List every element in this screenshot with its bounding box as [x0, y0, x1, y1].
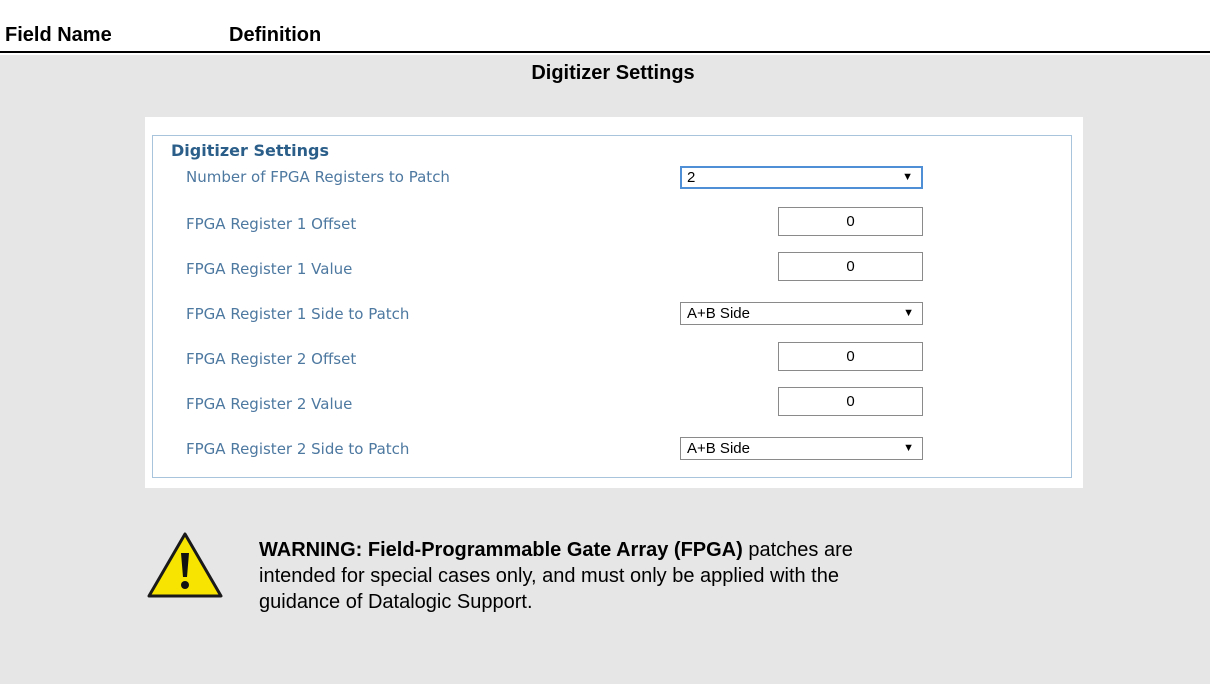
- fpga-register-count-select[interactable]: 2 ▼: [680, 166, 923, 189]
- fpga-register-1-side-label: FPGA Register 1 Side to Patch: [186, 305, 410, 323]
- fpga-register-count-label: Number of FPGA Registers to Patch: [186, 168, 450, 186]
- fpga-register-2-side-label: FPGA Register 2 Side to Patch: [186, 440, 410, 458]
- dropdown-arrow-icon: ▼: [903, 442, 914, 454]
- warning-message: WARNING: Field-Programmable Gate Array (…: [259, 537, 869, 615]
- digitizer-settings-screenshot: Digitizer Settings Number of FPGA Regist…: [145, 117, 1083, 488]
- digitizer-settings-fieldset: Digitizer Settings Number of FPGA Regist…: [152, 135, 1072, 478]
- dropdown-arrow-icon: ▼: [903, 307, 914, 319]
- fpga-register-1-side-select[interactable]: A+B Side ▼: [680, 302, 923, 325]
- fieldset-legend: Digitizer Settings: [169, 141, 333, 160]
- definition-cell: Digitizer Settings Digitizer Settings Nu…: [0, 55, 1210, 684]
- fpga-register-1-value-input[interactable]: 0: [778, 252, 923, 281]
- fpga-register-2-offset-label: FPGA Register 2 Offset: [186, 350, 357, 368]
- fpga-register-2-offset-input[interactable]: 0: [778, 342, 923, 371]
- table-header-row: Field Name Definition: [0, 0, 1210, 53]
- definition-header: Definition: [229, 24, 322, 46]
- select-value: A+B Side: [687, 440, 750, 457]
- warning-triangle-icon: [147, 532, 223, 598]
- field-name-header: Field Name: [5, 24, 112, 46]
- select-value: A+B Side: [687, 305, 750, 322]
- dropdown-arrow-icon: ▼: [902, 171, 913, 183]
- select-value: 2: [687, 169, 696, 186]
- fpga-register-1-offset-label: FPGA Register 1 Offset: [186, 215, 357, 233]
- fpga-register-1-offset-input[interactable]: 0: [778, 207, 923, 236]
- fpga-register-2-value-input[interactable]: 0: [778, 387, 923, 416]
- fpga-register-1-value-label: FPGA Register 1 Value: [186, 260, 353, 278]
- section-title: Digitizer Settings: [531, 62, 695, 84]
- warning-bold-text: WARNING: Field-Programmable Gate Array (…: [259, 539, 743, 561]
- fpga-register-2-side-select[interactable]: A+B Side ▼: [680, 437, 923, 460]
- fpga-register-2-value-label: FPGA Register 2 Value: [186, 395, 353, 413]
